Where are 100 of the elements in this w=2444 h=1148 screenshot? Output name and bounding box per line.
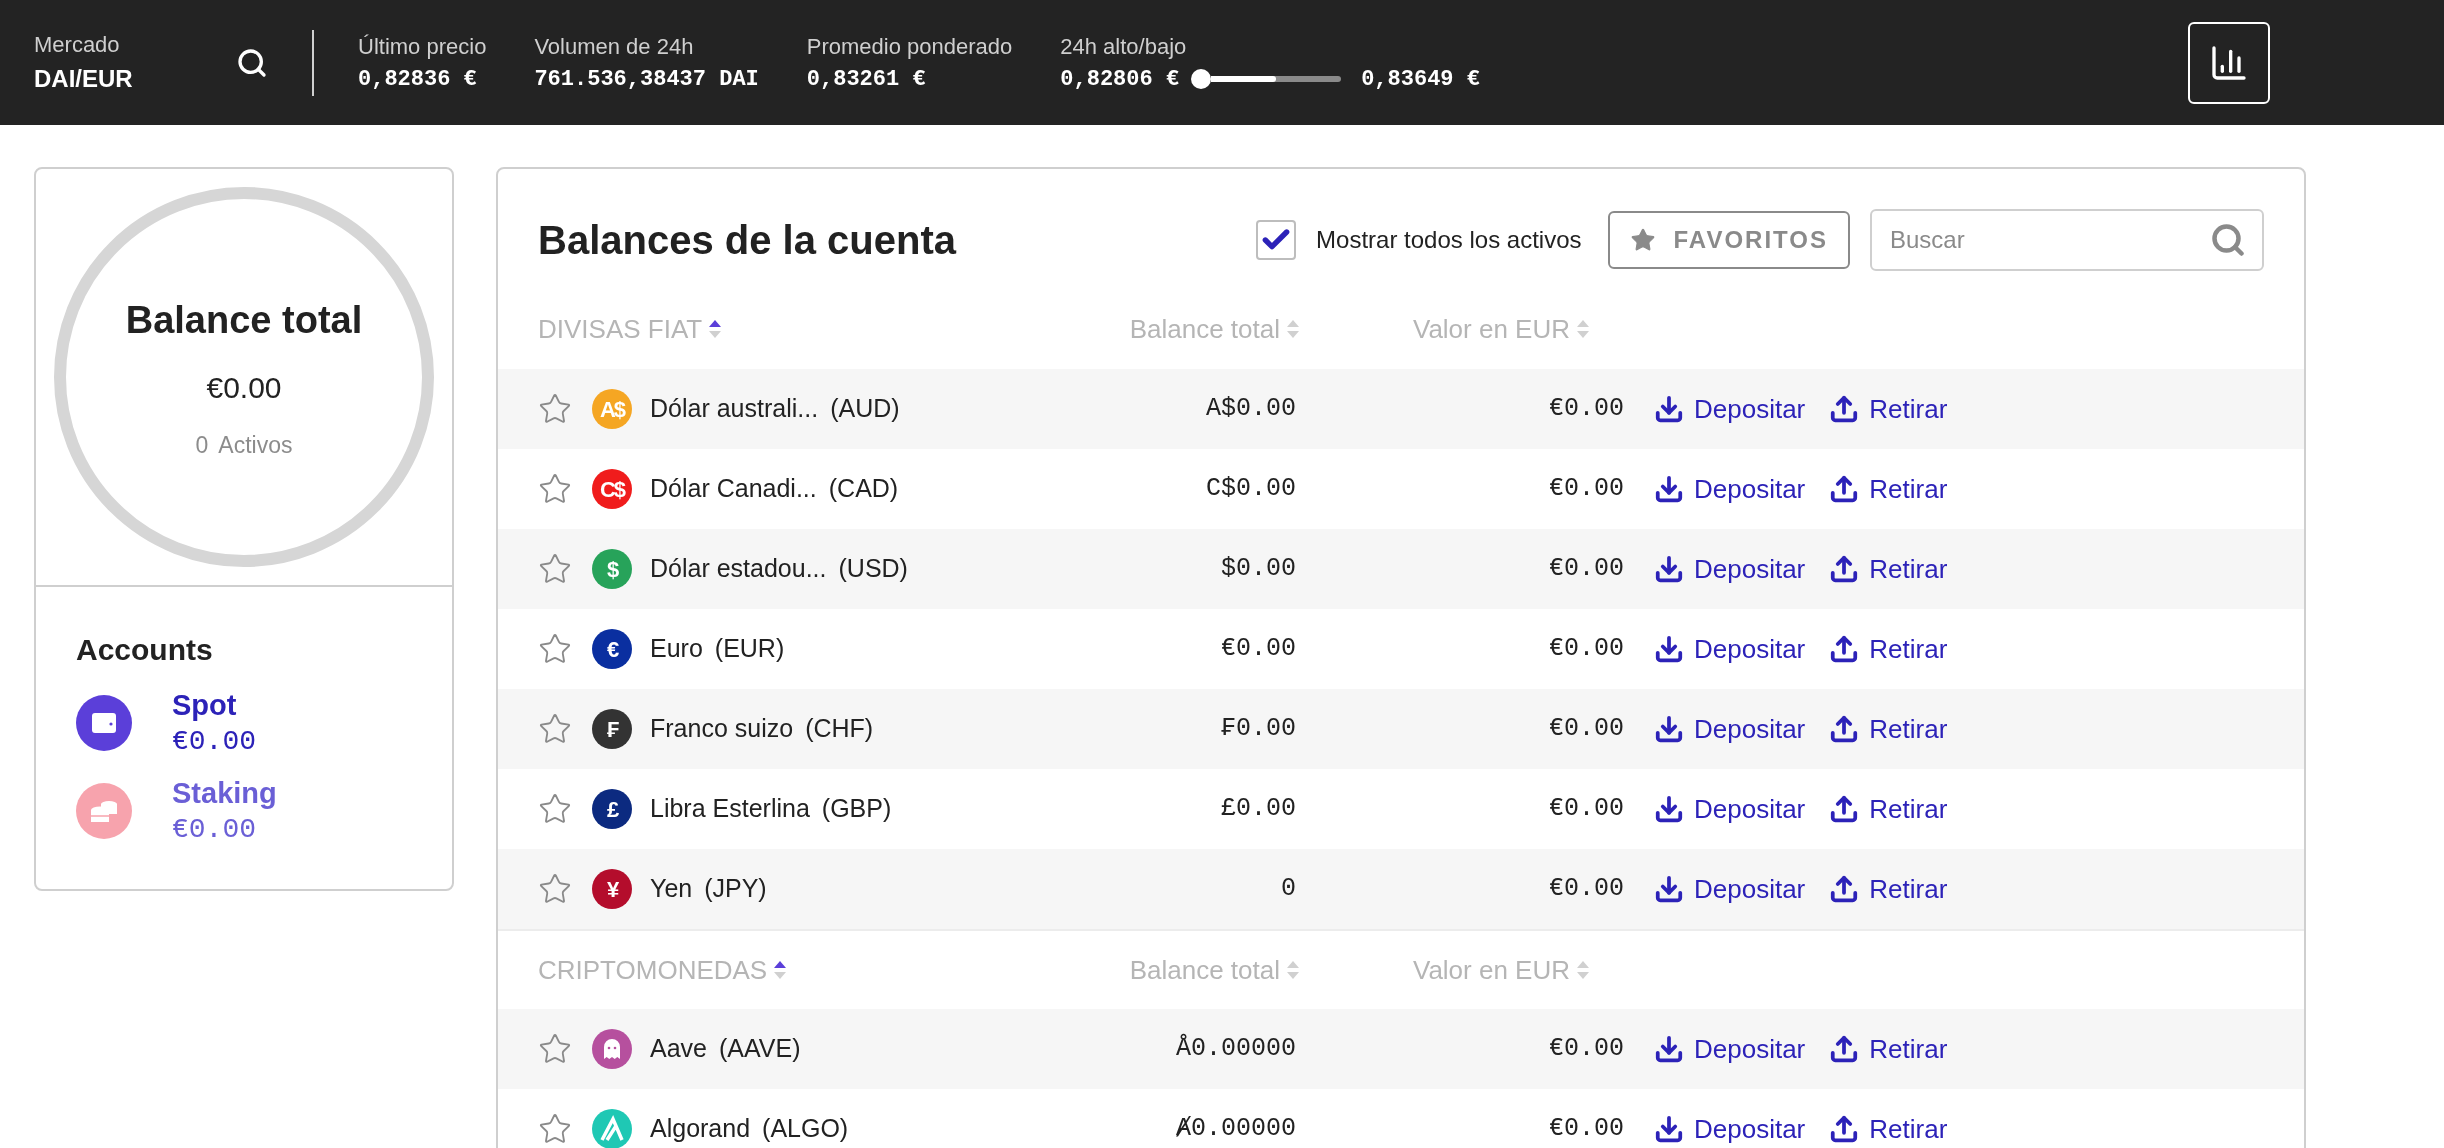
account-name[interactable]: Spot [172, 686, 256, 724]
asset-value: €0.00 [1548, 1113, 1624, 1146]
asset-value: €0.00 [1548, 713, 1624, 746]
asset-code: (CAD) [828, 473, 899, 505]
asset-balance: Å0.00000 [1174, 1032, 1296, 1066]
balance-title: Balance total [125, 297, 363, 343]
upload-icon [1829, 394, 1860, 424]
asset-name: Dólar australi... [650, 393, 819, 425]
favorite-star-icon[interactable] [538, 792, 572, 826]
asset-code: (AUD) [830, 393, 900, 425]
deposit-link[interactable]: Depositar [1654, 789, 1806, 829]
withdraw-link[interactable]: Retirar [1829, 549, 1948, 589]
download-icon [1654, 1034, 1684, 1064]
asset-count-label: Activos [218, 430, 293, 460]
asset-balance: C$0.00 [1205, 473, 1296, 506]
coins-icon [76, 783, 132, 839]
upload-icon [1829, 474, 1860, 504]
favorite-star-icon[interactable] [538, 1032, 572, 1066]
favorite-star-icon[interactable] [538, 552, 572, 586]
asset-name: Euro [650, 633, 703, 665]
deposit-link[interactable]: Depositar [1654, 869, 1806, 909]
show-all-checkbox[interactable] [1256, 220, 1297, 260]
download-icon [1654, 874, 1684, 904]
download-icon [1654, 794, 1684, 824]
asset-balance: A$0.00 [1205, 393, 1296, 426]
asset-count: 0 [195, 430, 209, 460]
download-icon [1654, 714, 1684, 744]
deposit-link[interactable]: Depositar [1654, 389, 1806, 429]
wallet-icon [76, 695, 132, 751]
currency-badge: ¥ [592, 869, 632, 909]
asset-name: Dólar Canadi... [650, 473, 817, 505]
market-label: Mercado [34, 31, 121, 59]
upload-icon [1829, 714, 1860, 744]
deposit-link[interactable]: Depositar [1654, 629, 1806, 669]
asset-value: €0.00 [1548, 553, 1624, 586]
withdraw-link[interactable]: Retirar [1829, 629, 1948, 669]
favorite-star-icon[interactable] [538, 1112, 572, 1146]
favorite-star-icon[interactable] [538, 472, 572, 506]
upload-icon [1829, 634, 1860, 664]
asset-name: Algorand [650, 1113, 751, 1145]
withdraw-link[interactable]: Retirar [1829, 789, 1948, 829]
deposit-link[interactable]: Depositar [1654, 1109, 1806, 1148]
chart-button[interactable] [2188, 21, 2270, 104]
stat-value: 0,83649 € [1361, 65, 1480, 94]
withdraw-link[interactable]: Retirar [1829, 469, 1948, 509]
currency-badge: C$ [592, 469, 632, 509]
stat-label: Último precio [358, 32, 487, 61]
download-icon [1654, 634, 1684, 664]
upload-icon [1829, 1034, 1860, 1064]
search-icon[interactable] [236, 46, 268, 79]
currency-badge: £ [592, 789, 632, 829]
asset-name: Yen [650, 873, 693, 905]
account-name[interactable]: Staking [172, 774, 277, 812]
withdraw-link[interactable]: Retirar [1829, 1109, 1948, 1148]
stat-value: 0,82806 € [1060, 65, 1180, 94]
currency-badge: € [592, 629, 632, 669]
star-icon [1629, 227, 1656, 253]
withdraw-link[interactable]: Retirar [1829, 1029, 1948, 1069]
asset-name: Franco suizo [650, 713, 794, 745]
download-icon [1654, 474, 1684, 504]
stat-label: 24h alto/bajo [1060, 32, 1188, 61]
asset-code: (EUR) [714, 633, 785, 665]
upload-icon [1829, 794, 1860, 824]
asset-balance: ₣0.00 [1220, 713, 1296, 746]
currency-badge: $ [592, 549, 632, 589]
stat-value: 0,82836 € [358, 65, 478, 94]
sort-icon[interactable] [773, 959, 788, 981]
favorite-star-icon[interactable] [538, 632, 572, 666]
upload-icon [1829, 554, 1860, 584]
asset-value: €0.00 [1548, 633, 1624, 666]
deposit-link[interactable]: Depositar [1654, 1029, 1806, 1069]
favorite-star-icon[interactable] [538, 392, 572, 426]
stat-value: 761.536,38437 DAI [534, 65, 759, 94]
asset-name: Libra Esterlina [650, 793, 810, 825]
stat-label: Promedio ponderado [806, 32, 1013, 61]
asset-code: (JPY) [704, 873, 767, 905]
asset-code: (AAVE) [719, 1033, 801, 1065]
asset-code: (CHF) [805, 713, 874, 745]
favorite-star-icon[interactable] [538, 872, 572, 906]
asset-balance: $0.00 [1220, 553, 1296, 586]
withdraw-link[interactable]: Retirar [1829, 869, 1948, 909]
asset-code: (GBP) [821, 793, 892, 825]
deposit-link[interactable]: Depositar [1654, 549, 1806, 589]
favorite-star-icon[interactable] [538, 712, 572, 746]
asset-value: €0.00 [1548, 873, 1624, 906]
download-icon [1654, 1114, 1684, 1144]
deposit-link[interactable]: Depositar [1654, 709, 1806, 749]
currency-badge: A$ [592, 389, 632, 429]
withdraw-link[interactable]: Retirar [1829, 709, 1948, 749]
range-marker [1191, 69, 1212, 89]
sort-icon[interactable] [708, 318, 723, 340]
asset-value: €0.00 [1548, 473, 1624, 506]
upload-icon [1829, 874, 1860, 904]
withdraw-link[interactable]: Retirar [1829, 389, 1948, 429]
deposit-link[interactable]: Depositar [1654, 469, 1806, 509]
asset-value: €0.00 [1548, 793, 1624, 826]
download-icon [1654, 394, 1684, 424]
asset-balance: £0.00 [1220, 793, 1296, 826]
asset-value: €0.00 [1548, 1033, 1624, 1066]
search-field[interactable]: Buscar [1870, 209, 2264, 271]
